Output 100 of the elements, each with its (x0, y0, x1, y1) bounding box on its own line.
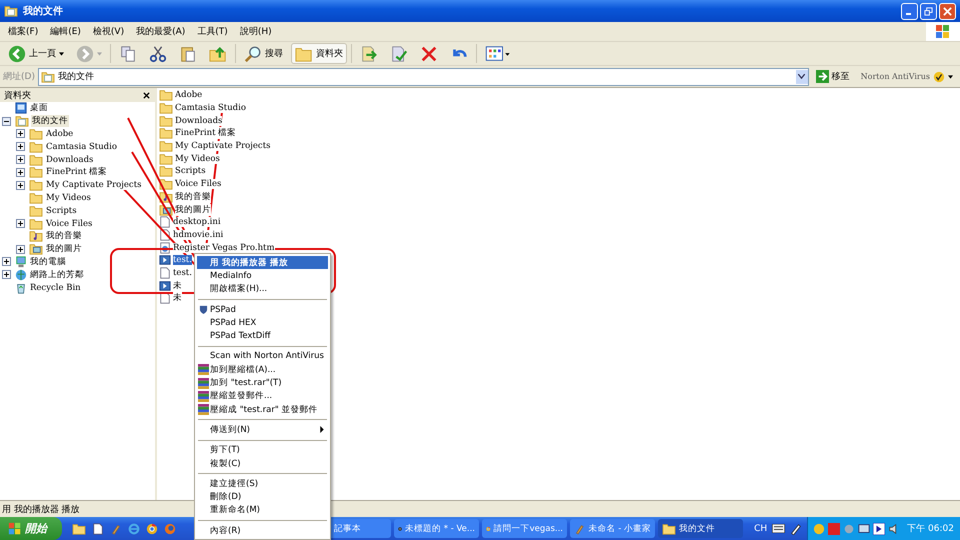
tree-item[interactable]: 我的圖片 (45, 243, 83, 256)
expand-toggle[interactable] (16, 129, 25, 138)
file-item[interactable]: Downloads (175, 116, 222, 126)
tree-item[interactable]: Scripts (45, 206, 78, 216)
back-button[interactable]: 上一頁 (4, 43, 68, 64)
tree-item[interactable]: 我的電腦 (29, 256, 67, 268)
tree-item[interactable]: Recycle Bin (29, 282, 82, 293)
dropdown-icon[interactable] (796, 70, 808, 84)
tree-item[interactable]: 我的文件 (31, 115, 69, 128)
document-icon[interactable] (92, 522, 104, 534)
close-pane-button[interactable] (141, 90, 151, 100)
language-indicator[interactable]: CH (754, 524, 768, 534)
menu-item[interactable]: 編輯(E) (44, 25, 87, 38)
file-item[interactable]: hdmovie.ini (173, 230, 224, 240)
menu-item[interactable]: 開啟檔案(H)... (197, 282, 328, 296)
menu-item[interactable]: MediaInfo (197, 269, 328, 283)
taskbar-button[interactable]: 未命名 - 小畫家 (570, 519, 655, 538)
folders-button[interactable]: 資料夾 (291, 43, 347, 64)
menu-item[interactable]: PSPad (197, 302, 328, 316)
menu-item[interactable]: 說明(H) (234, 25, 278, 38)
window-title: 我的文件 (23, 4, 63, 18)
tree-item[interactable]: 網路上的芳鄰 (29, 268, 85, 281)
tree-item[interactable]: 我的音樂 (45, 230, 83, 242)
taskbar-button[interactable]: 請問一下vegas... (482, 519, 567, 538)
file-item[interactable]: Scripts (175, 166, 206, 176)
tree-item[interactable]: My Videos (45, 192, 92, 203)
expand-toggle[interactable] (2, 270, 11, 280)
menu-item[interactable]: 傳送到(N) (197, 423, 328, 437)
play-icon[interactable] (873, 522, 886, 534)
paintbrush-icon[interactable] (110, 522, 122, 534)
menu-item[interactable]: PSPad HEX (197, 316, 328, 330)
tree-item[interactable]: Camtasia Studio (45, 142, 118, 152)
pen-icon[interactable] (790, 522, 802, 534)
file-item[interactable]: 我的圖片 (175, 204, 211, 216)
menu-item[interactable]: 檢視(V) (86, 25, 130, 38)
folder-up-icon (209, 44, 227, 62)
tree-item[interactable]: Voice Files (45, 218, 94, 229)
browser-icon[interactable] (146, 522, 158, 534)
file-item[interactable]: test. (173, 268, 192, 278)
file-item[interactable]: desktop.ini (173, 217, 221, 228)
expand-toggle[interactable] (16, 180, 25, 190)
menu-item[interactable]: Scan with Norton AntiVirus (197, 350, 328, 364)
expand-toggle[interactable] (2, 257, 11, 266)
file-item[interactable]: FinePrint 檔案 (175, 127, 236, 140)
menu-item[interactable]: 加到 "test.rar"(T) (197, 376, 328, 390)
windows-logo-icon (926, 22, 960, 41)
expand-toggle[interactable] (16, 244, 25, 254)
search-button[interactable]: 搜尋 (240, 43, 287, 64)
file-item[interactable]: Register Vegas Pro.htm (173, 242, 275, 253)
tree-item[interactable]: Adobe (45, 128, 74, 139)
start-button[interactable]: 開始 (0, 517, 62, 540)
folder-icon[interactable] (72, 522, 86, 534)
keyboard-icon[interactable] (772, 524, 786, 533)
menu-item[interactable]: 重新命名(M) (197, 504, 328, 518)
menu-item[interactable]: 建立捷徑(S) (197, 477, 328, 490)
collapse-toggle[interactable] (2, 116, 11, 126)
menu-item[interactable]: 刪除(D) (197, 490, 328, 504)
network-icon (15, 268, 27, 281)
norton-antivirus-button[interactable]: Norton AntiVirus (856, 70, 957, 82)
menu-item[interactable]: 加到壓縮檔(A)... (197, 363, 328, 376)
file-item[interactable]: Camtasia Studio (175, 103, 246, 114)
menu-item[interactable]: 剪下(T) (197, 444, 328, 457)
tree-item[interactable]: 桌面 (29, 102, 49, 114)
expand-toggle[interactable] (16, 168, 25, 177)
menu-item[interactable]: 檔案(F) (2, 25, 44, 38)
documents-folder-icon (4, 5, 18, 17)
folder-icon (29, 192, 43, 204)
address-field[interactable]: 我的文件 (38, 68, 809, 86)
restore-button[interactable] (920, 2, 937, 20)
file-item[interactable]: My Videos (175, 154, 220, 164)
expand-toggle[interactable] (16, 155, 25, 164)
browser-e-icon[interactable] (128, 522, 140, 534)
menu-item[interactable]: 複製(C) (197, 456, 328, 470)
pictures-folder-icon (29, 243, 43, 256)
menu-item[interactable]: PSPad TextDiff (197, 329, 328, 343)
menu-item[interactable]: 用 我的播放器 播放 (197, 256, 328, 270)
menu-item[interactable]: 壓縮成 "test.rar" 並發郵件 (197, 402, 328, 416)
file-item[interactable]: 我的音樂 (175, 190, 211, 203)
expand-toggle[interactable] (16, 142, 25, 152)
file-item[interactable]: Adobe (175, 90, 202, 100)
views-grid-icon (485, 44, 511, 62)
file-item[interactable]: 未 (173, 280, 182, 292)
tree-item[interactable]: My Captivate Projects (45, 180, 142, 190)
go-button[interactable]: 移至 (812, 70, 854, 83)
folder-icon (29, 166, 43, 178)
menu-item[interactable]: 工具(T) (191, 25, 234, 38)
tree-item[interactable]: Downloads (45, 154, 94, 165)
menu-item[interactable]: 壓縮並發郵件... (197, 390, 328, 403)
file-item[interactable]: test. (173, 255, 192, 266)
expand-toggle[interactable] (16, 219, 25, 228)
close-button[interactable] (939, 2, 956, 20)
menu-item[interactable]: 我的最愛(A) (130, 25, 192, 38)
minimize-button[interactable] (901, 2, 918, 20)
file-item[interactable]: My Captivate Projects (175, 141, 270, 152)
taskbar-button[interactable]: 未標題的 * - Ve... (394, 519, 479, 538)
monitor-icon[interactable] (858, 522, 870, 534)
restore-icon (924, 6, 933, 16)
file-item[interactable]: Voice Files (175, 179, 222, 190)
taskbar-button[interactable]: 我的文件 (658, 519, 743, 538)
tree-item[interactable]: FinePrint 檔案 (45, 166, 108, 178)
